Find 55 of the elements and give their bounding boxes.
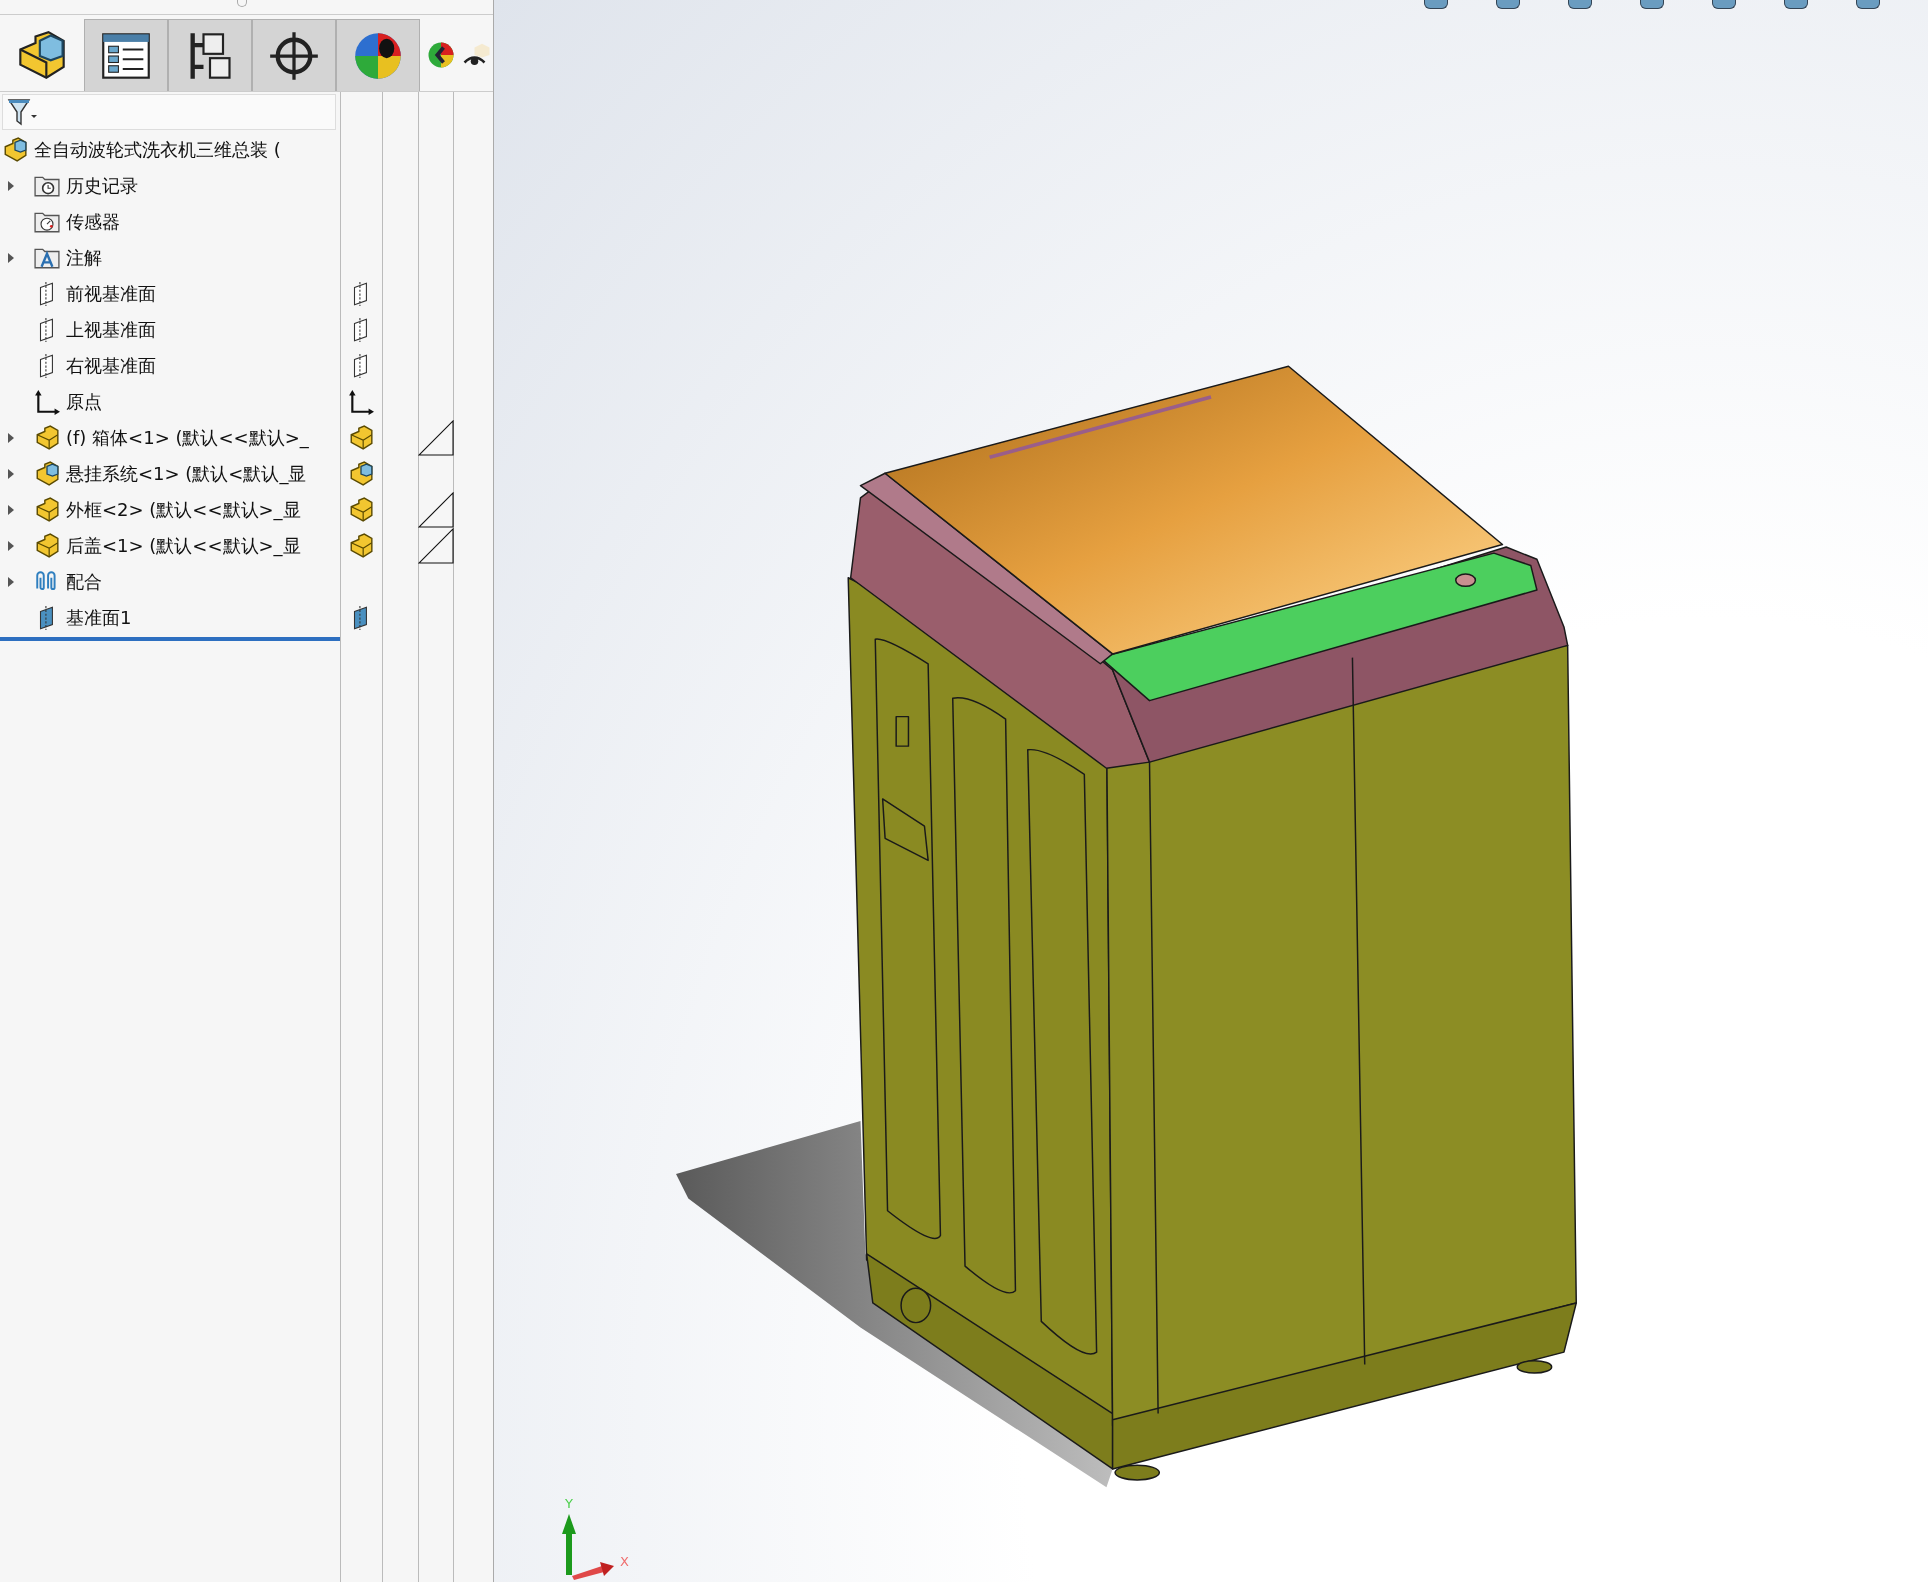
view-toolbar-icon[interactable] [1712,0,1736,9]
funnel-icon [7,98,37,126]
tree-item[interactable]: 注解 [66,246,102,270]
assembly-icon [348,461,374,487]
assembly-icon [2,137,28,163]
view-toolbar-icon[interactable] [1568,0,1592,9]
triangle-marker-icon [418,420,454,456]
expand-arrow-icon[interactable] [8,253,14,263]
tree-item[interactable]: 悬挂系统<1> (默认<默认_显 [66,462,307,486]
tree-item[interactable]: 右视基准面 [66,354,156,378]
tree-item[interactable]: 配合 [66,570,102,594]
tree-item[interactable]: 前视基准面 [66,282,156,306]
tree-item[interactable]: 基准面1 [66,606,132,630]
tree-item[interactable]: 后盖<1> (默认<<默认>_显 [66,534,301,558]
tree-item[interactable]: 上视基准面 [66,318,156,342]
part-icon [348,533,374,559]
tree-item[interactable]: 原点 [66,390,102,414]
tree-item[interactable]: (f) 箱体<1> (默认<<默认>_ [66,426,309,450]
expand-arrow-icon[interactable] [8,469,14,479]
view-toolbar-icon[interactable] [1424,0,1448,9]
view-toolbar-icon[interactable] [1640,0,1664,9]
triangle-marker-icon [418,528,454,564]
panel-tab[interactable] [336,19,420,91]
expand-arrow-icon[interactable] [8,541,14,551]
display-manager-icon[interactable] [426,40,456,70]
tree-item[interactable]: 历史记录 [66,174,138,198]
tree-item[interactable]: 外框<2> (默认<<默认>_显 [66,498,301,522]
origin-icon [34,389,60,415]
axis-label: Y [565,1496,573,1511]
expand-arrow-icon[interactable] [8,577,14,587]
y-axis-arrow [562,1514,576,1575]
expand-arrow-icon[interactable] [8,181,14,191]
tree-item[interactable]: 传感器 [66,210,120,234]
assembly-icon [34,461,60,487]
origin-icon [348,389,374,415]
view-toolbar-icon[interactable] [1856,0,1880,9]
axis-label: X [620,1554,629,1569]
tree-item[interactable]: 全自动波轮式洗衣机三维总装 ( [34,138,281,162]
part-icon [34,533,60,559]
panel-tab[interactable] [84,19,168,91]
expand-arrow-icon[interactable] [8,433,14,443]
part-icon [34,497,60,523]
view-toolbar-icon[interactable] [1784,0,1808,9]
part-icon [348,425,374,451]
view-toolbar-icon[interactable] [1496,0,1520,9]
expand-arrow-icon[interactable] [8,505,14,515]
part-icon [34,425,60,451]
part-icon [16,29,68,82]
part-icon [348,497,374,523]
triangle-marker-icon [418,492,454,528]
panel-tab[interactable] [168,19,252,91]
filter-field[interactable] [2,94,336,130]
x-axis-arrow [572,1562,614,1580]
panel-tab[interactable] [252,19,336,91]
crosshair-icon [268,29,320,82]
